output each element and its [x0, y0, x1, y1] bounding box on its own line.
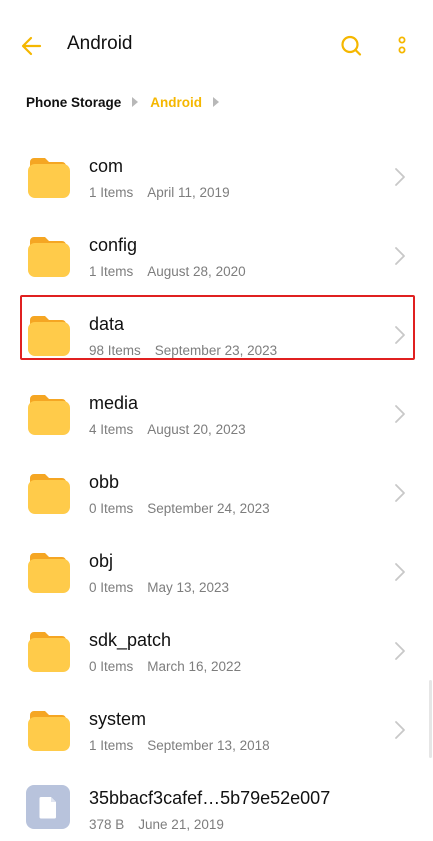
list-item-obj[interactable]: obj 0 Items May 13, 2023 [0, 530, 433, 609]
breadcrumb-separator-icon [132, 97, 139, 107]
chevron-right-icon [394, 167, 406, 187]
item-meta: 4 Items August 20, 2023 [89, 422, 246, 437]
list-item-system[interactable]: system 1 Items September 13, 2018 [0, 688, 433, 767]
item-count: 4 Items [89, 422, 134, 437]
list-item-data[interactable]: data 98 Items September 23, 2023 [0, 293, 433, 372]
list-item-obb[interactable]: obb 0 Items September 24, 2023 [0, 451, 433, 530]
list-item-35bbacf3cafef-5b79e52e007[interactable]: 35bbacf3cafef…5b79e52e007 378 B June 21, 2… [0, 767, 433, 841]
file-list: com 1 Items April 11, 2019 config 1 Items Au… [0, 135, 433, 841]
item-meta: 1 Items August 28, 2020 [89, 264, 246, 279]
item-name: config [89, 235, 138, 255]
item-name: 35bbacf3cafef…5b79e52e007 [89, 788, 331, 808]
item-meta: 0 Items May 13, 2023 [89, 580, 229, 595]
item-date: August 20, 2023 [147, 422, 246, 437]
folder-icon [26, 154, 70, 198]
item-name: obb [89, 472, 120, 492]
item-name: com [89, 156, 124, 176]
chevron-right-icon [394, 246, 406, 266]
chevron-right-icon [394, 404, 406, 424]
page-title: Android [67, 33, 133, 54]
list-item-media[interactable]: media 4 Items August 20, 2023 [0, 372, 433, 451]
item-name: system [89, 709, 147, 729]
item-count: 378 B [89, 817, 125, 832]
chevron-right-icon [394, 720, 406, 740]
folder-icon [26, 470, 70, 514]
item-count: 1 Items [89, 738, 134, 753]
file-icon [26, 785, 70, 829]
item-count: 1 Items [89, 185, 134, 200]
item-date: May 13, 2023 [147, 580, 230, 595]
item-meta: 1 Items September 13, 2018 [89, 738, 270, 753]
item-date: June 21, 2019 [138, 817, 224, 832]
item-name: sdk_patch [89, 630, 172, 650]
back-arrow-icon[interactable] [18, 31, 50, 61]
scrollbar[interactable] [429, 680, 432, 758]
folder-icon [26, 312, 70, 356]
more-options-icon[interactable] [388, 31, 416, 61]
chevron-right-icon [394, 483, 406, 503]
chevron-right-icon [394, 562, 406, 582]
item-count: 0 Items [89, 659, 134, 674]
item-count: 98 Items [89, 343, 141, 358]
folder-icon [26, 233, 70, 277]
item-name: media [89, 393, 139, 413]
breadcrumb-separator-icon [213, 97, 220, 107]
chevron-right-icon [394, 641, 406, 661]
item-date: September 24, 2023 [147, 501, 270, 516]
item-date: March 16, 2022 [147, 659, 242, 674]
item-date: September 13, 2018 [147, 738, 270, 753]
item-count: 0 Items [89, 501, 134, 516]
list-item-sdk-patch[interactable]: sdk_patch 0 Items March 16, 2022 [0, 609, 433, 688]
file-manager-screen: Android Phone Storage Android com 1 Items… [0, 0, 433, 841]
folder-icon [26, 628, 70, 672]
item-date: September 23, 2023 [154, 343, 278, 358]
breadcrumb-item-phone-storage[interactable]: Phone Storage [26, 95, 121, 110]
item-count: 1 Items [89, 264, 134, 279]
top-bar: Android [0, 0, 433, 92]
folder-icon [26, 391, 70, 435]
folder-icon [26, 549, 70, 593]
item-name: data [89, 314, 125, 334]
item-meta: 1 Items April 11, 2019 [89, 185, 230, 200]
list-item-com[interactable]: com 1 Items April 11, 2019 [0, 135, 433, 214]
chevron-right-icon [394, 325, 406, 345]
item-meta: 0 Items March 16, 2022 [89, 659, 241, 674]
item-date: April 11, 2019 [147, 185, 230, 200]
list-item-config[interactable]: config 1 Items August 28, 2020 [0, 214, 433, 293]
item-meta: 0 Items September 24, 2023 [89, 501, 270, 516]
breadcrumb-item-android[interactable]: Android [150, 95, 202, 110]
folder-icon [26, 707, 70, 751]
search-icon[interactable] [336, 31, 366, 61]
item-name: obj [89, 551, 114, 571]
item-date: August 28, 2020 [147, 264, 246, 279]
item-count: 0 Items [89, 580, 134, 595]
breadcrumb: Phone Storage Android [26, 92, 231, 112]
item-meta: 98 Items September 23, 2023 [89, 343, 277, 358]
item-meta: 378 B June 21, 2019 [89, 817, 224, 832]
